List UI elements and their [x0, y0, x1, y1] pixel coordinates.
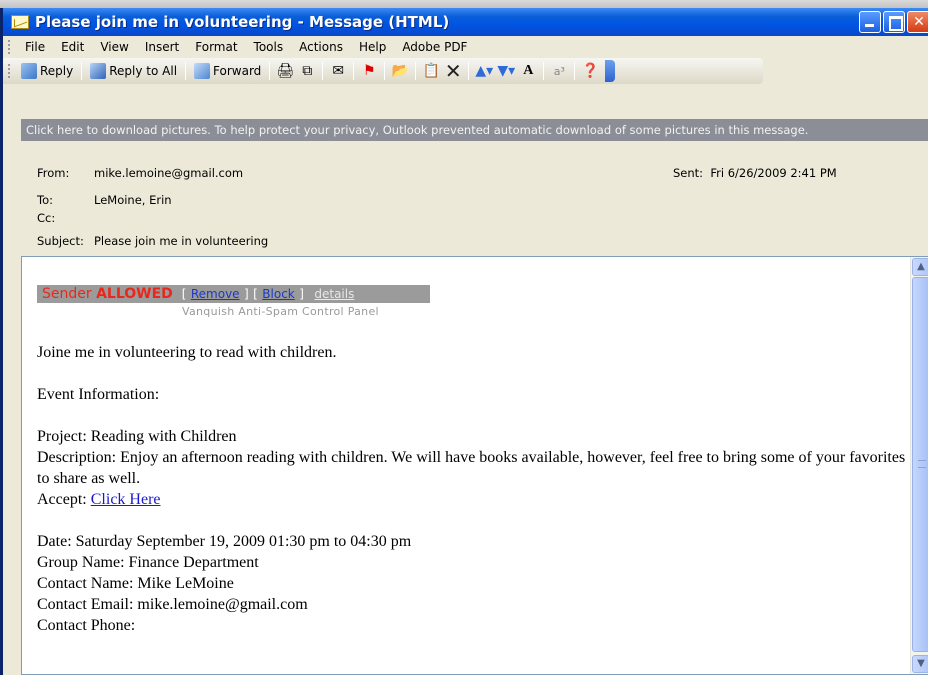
- toolbar-separator: [415, 62, 417, 80]
- date-line: Date: Saturday September 19, 2009 01:30 …: [37, 533, 412, 550]
- anti-spam-panel: Sender ALLOWED [ Remove ] [ Block ] deta…: [37, 285, 430, 303]
- next-item-icon[interactable]: ▼▾: [495, 60, 517, 82]
- from-row: From: mike.lemoine@gmail.com: [37, 166, 243, 180]
- print-icon[interactable]: 🖨: [274, 60, 296, 82]
- toolbar-separator: [81, 62, 83, 80]
- toolbar-separator: [574, 62, 576, 80]
- scroll-thumb[interactable]: [912, 277, 928, 652]
- sent-value: Fri 6/26/2009 2:41 PM: [710, 166, 837, 180]
- envelope-icon: [11, 15, 29, 29]
- translate-icon[interactable]: a³: [548, 60, 570, 82]
- title-bar[interactable]: Please join me in volunteering - Message…: [3, 8, 928, 36]
- menu-view[interactable]: View: [92, 40, 136, 54]
- message-text: Joine me in volunteering to read with ch…: [37, 342, 907, 636]
- menu-actions[interactable]: Actions: [291, 40, 351, 54]
- help-icon[interactable]: ❓: [579, 60, 601, 82]
- cc-row: Cc:: [37, 211, 94, 225]
- contact-email-line: Contact Email: mike.lemoine@gmail.com: [37, 596, 308, 613]
- send-receive-icon[interactable]: ✉: [327, 60, 349, 82]
- reply-all-label: Reply to All: [109, 64, 178, 78]
- reply-all-button[interactable]: Reply to All: [86, 60, 181, 82]
- copy-icon[interactable]: ⧉: [296, 60, 318, 82]
- subject-value: Please join me in volunteering: [94, 234, 269, 248]
- bracket-close: ]: [244, 287, 249, 301]
- scroll-up-button[interactable]: ▲: [912, 258, 928, 276]
- accept-line: Accept: Click Here: [37, 489, 907, 510]
- contact-name-line: Contact Name: Mike LeMoine: [37, 575, 234, 592]
- reply-icon: [21, 63, 37, 79]
- spam-status-badge: ALLOWED: [96, 286, 173, 302]
- follow-up-flag-icon[interactable]: ⚑: [358, 60, 380, 82]
- cc-label: Cc:: [37, 211, 56, 225]
- event-heading: Event Information:: [37, 386, 160, 403]
- reply-label: Reply: [40, 64, 74, 78]
- scroll-grip-icon: [918, 460, 926, 468]
- toolbar-separator: [322, 62, 324, 80]
- spam-remove-link[interactable]: Remove: [191, 287, 240, 301]
- bracket-open: [: [253, 287, 258, 301]
- move-to-folder-icon[interactable]: 📋: [420, 60, 442, 82]
- toolbar-grip-icon[interactable]: [8, 64, 11, 78]
- maximize-button[interactable]: [883, 11, 905, 33]
- spam-details-link[interactable]: details: [314, 287, 354, 301]
- previous-item-icon[interactable]: ▲▾: [473, 60, 495, 82]
- spam-block-link[interactable]: Block: [262, 287, 294, 301]
- forward-icon: [194, 63, 211, 79]
- bracket-close: ]: [299, 287, 304, 301]
- background-window-strip: [0, 0, 928, 8]
- spam-sender-label: Sender: [42, 286, 92, 302]
- from-value[interactable]: mike.lemoine@gmail.com: [94, 166, 243, 180]
- menu-adobe-pdf[interactable]: Adobe PDF: [394, 40, 475, 54]
- message-window: Please join me in volunteering - Message…: [0, 8, 928, 675]
- accept-link[interactable]: Click Here: [91, 491, 161, 508]
- project-line: Project: Reading with Children: [37, 428, 237, 445]
- menu-edit[interactable]: Edit: [53, 40, 92, 54]
- to-label: To:: [37, 193, 53, 207]
- message-header: From: mike.lemoine@gmail.com Sent: Fri 6/…: [21, 141, 928, 256]
- menu-insert[interactable]: Insert: [137, 40, 187, 54]
- menu-tools[interactable]: Tools: [246, 40, 292, 54]
- sent-row: Sent: Fri 6/26/2009 2:41 PM: [673, 166, 837, 180]
- forward-label: Forward: [213, 64, 262, 78]
- toolbar-options-icon[interactable]: [605, 60, 616, 82]
- subject-label: Subject:: [37, 234, 84, 248]
- toolbar-separator: [543, 62, 545, 80]
- menu-file[interactable]: File: [17, 40, 53, 54]
- scroll-down-button[interactable]: ▼: [912, 655, 928, 673]
- menu-help[interactable]: Help: [351, 40, 394, 54]
- accept-label: Accept:: [37, 491, 91, 508]
- toolbar-separator: [384, 62, 386, 80]
- toolbar-separator: [353, 62, 355, 80]
- contact-phone-line: Contact Phone:: [37, 617, 136, 634]
- bracket-open: [: [181, 287, 187, 301]
- toolbar-separator: [468, 62, 470, 80]
- minimize-button[interactable]: [859, 11, 881, 33]
- menu-format[interactable]: Format: [187, 40, 245, 54]
- standard-toolbar: Reply Reply to All Forward 🖨 ⧉ ✉ ⚑ 📂 📋 ✕…: [3, 58, 763, 84]
- subject-row: Subject: Please join me in volunteering: [37, 234, 268, 248]
- message-body[interactable]: Sender ALLOWED [ Remove ] [ Block ] deta…: [21, 256, 928, 675]
- vertical-scrollbar[interactable]: ▲ ▼: [910, 257, 928, 674]
- reply-button[interactable]: Reply: [17, 60, 77, 82]
- description-line: Description: Enjoy an afternoon reading …: [37, 449, 906, 487]
- menu-grip-icon[interactable]: [8, 40, 11, 54]
- toolbar-separator: [185, 62, 187, 80]
- forward-button[interactable]: Forward: [190, 60, 265, 82]
- to-row: To: LeMoine, Erin: [37, 193, 172, 207]
- toolbar-separator: [269, 62, 271, 80]
- group-line: Group Name: Finance Department: [37, 554, 259, 571]
- download-pictures-infobar[interactable]: Click here to download pictures. To help…: [21, 119, 928, 141]
- intro-line: Joine me in volunteering to read with ch…: [37, 344, 337, 361]
- to-value[interactable]: LeMoine, Erin: [94, 193, 172, 207]
- sent-label: Sent:: [673, 166, 704, 180]
- from-label: From:: [37, 166, 70, 180]
- menu-bar: File Edit View Insert Format Tools Actio…: [3, 36, 928, 58]
- close-button[interactable]: ✕: [907, 11, 928, 33]
- delete-icon[interactable]: ✕: [442, 59, 464, 83]
- reply-all-icon: [90, 63, 107, 79]
- font-size-icon[interactable]: A: [517, 60, 539, 82]
- window-title: Please join me in volunteering - Message…: [35, 13, 450, 31]
- anti-spam-caption: Vanquish Anti-Spam Control Panel: [182, 305, 379, 318]
- open-folder-icon[interactable]: 📂: [389, 60, 411, 82]
